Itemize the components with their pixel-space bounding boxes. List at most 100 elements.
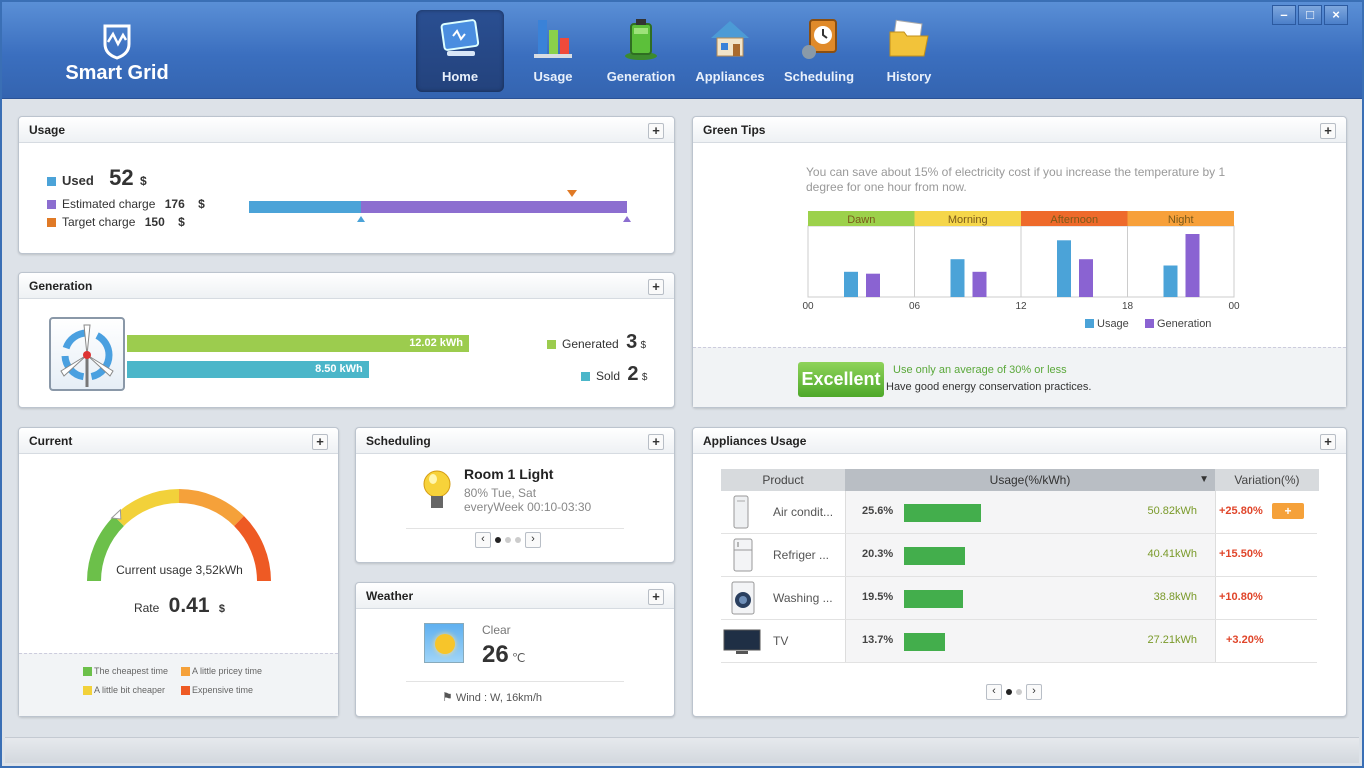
nav-appliances-label: Appliances: [695, 69, 765, 84]
category-label: Dawn: [847, 214, 875, 226]
appliances-prev-button[interactable]: ‹: [986, 684, 1002, 700]
flag-icon: ⚑: [442, 690, 453, 704]
appliance-variation: +10.80%: [1219, 591, 1263, 603]
used-unit: $: [139, 174, 147, 188]
current-panel-title: Current: [19, 428, 338, 454]
appliance-percent: 25.6%: [862, 505, 894, 517]
table-row[interactable]: Air condit... 25.6% 50.82kWh +25.80% +: [721, 491, 1317, 534]
appliances-panel-title: Appliances Usage: [693, 428, 1346, 454]
target-unit: $: [178, 215, 185, 229]
page-dot[interactable]: [505, 537, 511, 543]
app-logo: Smart Grid: [57, 20, 177, 90]
nav-scheduling[interactable]: Scheduling: [775, 10, 863, 92]
top-navigation-bar: Smart Grid Home Usage Generation Applian…: [2, 2, 1362, 99]
close-button[interactable]: ×: [1324, 5, 1348, 25]
x-tick-label: 12: [1015, 301, 1027, 312]
appliance-name: Refriger ...: [773, 548, 830, 562]
legend-swatch: [1085, 319, 1094, 328]
alert-plus-button[interactable]: +: [1272, 503, 1304, 519]
weather-panel-title: Weather: [356, 583, 674, 609]
excellent-line1: Use only an average of 30% or less: [893, 364, 1067, 376]
current-legend: The cheapest time A little pricey time A…: [19, 653, 338, 716]
weather-panel: Weather + Clear 26 ℃ ⚑ Wind : W, 16km/h: [355, 582, 675, 717]
weather-divider: [406, 681, 624, 682]
appliances-next-button[interactable]: ›: [1026, 684, 1042, 700]
maximize-button[interactable]: □: [1298, 5, 1322, 25]
sun-icon: [424, 623, 464, 663]
appliance-usage-bar: [904, 590, 963, 608]
usage-expand-button[interactable]: +: [648, 123, 664, 139]
appliance-variation: +3.20%: [1226, 634, 1264, 646]
usage-used-fill: [249, 201, 361, 213]
estimated-row: Estimated charge 176 $: [47, 197, 205, 211]
scheduling-next-button[interactable]: ›: [525, 532, 541, 548]
rate-label: Rate: [133, 601, 160, 615]
table-row[interactable]: Refriger ... 20.3% 40.41kWh +15.50%: [721, 534, 1317, 577]
usage-generation-chart: Dawn Morning Afternoon Night 00 06 12 18 00 Usage…: [802, 211, 1240, 330]
weather-expand-button[interactable]: +: [648, 589, 664, 605]
sold-summary: Sold 2 $: [581, 363, 647, 386]
nav-history[interactable]: History: [865, 10, 953, 92]
nav-appliances[interactable]: Appliances: [686, 10, 774, 92]
smart-grid-logo-icon: [103, 24, 131, 60]
x-tick-label: 00: [1228, 301, 1240, 312]
nav-home[interactable]: Home: [416, 10, 504, 92]
target-legend-swatch: [47, 218, 56, 228]
generation-bar: [1185, 234, 1200, 297]
category-label: Night: [1168, 214, 1194, 226]
nav-usage[interactable]: Usage: [509, 10, 597, 92]
appliances-expand-button[interactable]: +: [1320, 434, 1336, 450]
used-marker-icon: [356, 216, 365, 222]
schedule-item-name: Room 1 Light: [464, 466, 554, 482]
appliance-name: Washing ...: [773, 591, 833, 605]
target-label: Target charge: [62, 215, 136, 229]
appliance-kwh: 38.8kWh: [1153, 591, 1197, 603]
col-usage[interactable]: Usage(%/kWh) ▼: [845, 469, 1215, 491]
rate-row: Rate 0.41 $: [19, 594, 340, 618]
scheduling-panel-title: Scheduling: [356, 428, 674, 454]
generation-panel-title: Generation: [19, 273, 674, 299]
appliance-percent: 19.5%: [862, 591, 894, 603]
x-tick-label: 18: [1122, 301, 1134, 312]
legend-pricey: A little pricey time: [181, 666, 262, 677]
estimated-marker-icon: [623, 216, 631, 222]
estimated-legend-swatch: [47, 200, 56, 210]
app-window: Smart Grid Home Usage Generation Applian…: [0, 0, 1364, 768]
nav-usage-label: Usage: [533, 69, 573, 84]
weather-condition: Clear: [482, 623, 511, 637]
monitor-icon: [440, 19, 480, 56]
appliance-percent: 13.7%: [862, 634, 894, 646]
scheduling-expand-button[interactable]: +: [648, 434, 664, 450]
current-usage-text: Current usage 3,52kWh: [116, 563, 243, 577]
table-row[interactable]: Washing ... 19.5% 38.8kWh +10.80%: [721, 577, 1317, 620]
scheduling-prev-button[interactable]: ‹: [475, 532, 491, 548]
nav-scheduling-label: Scheduling: [783, 69, 855, 84]
generated-value: 3: [626, 331, 638, 353]
page-dot[interactable]: [1016, 689, 1022, 695]
generated-bar: 12.02 kWh: [127, 335, 469, 352]
col-product: Product: [762, 473, 804, 487]
window-controls: – □ ×: [1272, 5, 1348, 25]
light-bulb-icon: [423, 470, 451, 508]
table-row[interactable]: TV 13.7% 27.21kWh +3.20%: [721, 620, 1317, 663]
appliances-pager: ‹ ›: [986, 684, 1042, 700]
page-dot[interactable]: [515, 537, 521, 543]
green-tips-expand-button[interactable]: +: [1320, 123, 1336, 139]
current-expand-button[interactable]: +: [312, 434, 328, 450]
minimize-button[interactable]: –: [1272, 5, 1296, 25]
legend-bit-cheaper: A little bit cheaper: [83, 685, 165, 696]
category-label: Afternoon: [1050, 214, 1098, 226]
col-variation: Variation(%): [1234, 473, 1300, 487]
app-name: Smart Grid: [65, 62, 169, 84]
appliance-kwh: 40.41kWh: [1147, 548, 1197, 560]
used-label: Used: [62, 173, 94, 188]
generation-expand-button[interactable]: +: [648, 279, 664, 295]
nav-generation[interactable]: Generation: [597, 10, 685, 92]
page-dot[interactable]: [1006, 689, 1012, 695]
scheduling-divider: [406, 528, 624, 529]
page-dot[interactable]: [495, 537, 501, 543]
sold-unit: $: [641, 372, 648, 383]
legend-label: Generation: [1157, 318, 1211, 330]
sold-bar: 8.50 kWh: [127, 361, 369, 378]
appliance-variation: +25.80%: [1219, 505, 1263, 517]
